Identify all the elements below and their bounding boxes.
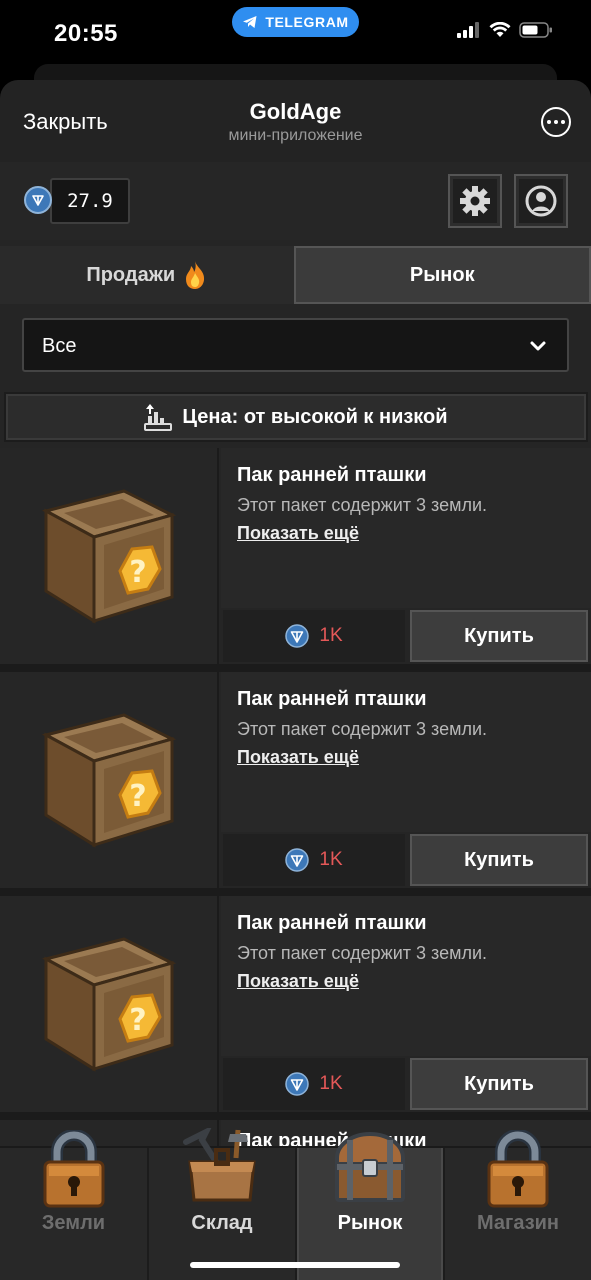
gear-icon [460, 186, 490, 216]
app-title: GoldAge [249, 99, 342, 124]
listing-name: Пак ранней пташки [237, 464, 427, 486]
show-more-link[interactable]: Показать ещё [237, 971, 359, 992]
status-icons [457, 22, 553, 38]
listing-info: Пак ранней пташки Этот пакет содержит 3 … [221, 448, 591, 608]
profile-button[interactable] [514, 174, 568, 228]
settings-button[interactable] [448, 174, 502, 228]
buy-button[interactable]: Купить [410, 610, 588, 662]
telegram-pill[interactable]: TELEGRAM [232, 7, 359, 37]
nav-market-label: Рынок [337, 1212, 403, 1234]
nav-shop-label: Магазин [476, 1212, 560, 1234]
listing-card: ? Пак ранней пташки Этот пакет содержит … [0, 448, 591, 664]
ton-coin-icon [285, 848, 310, 872]
nav-market[interactable]: Рынок [297, 1132, 443, 1280]
toolbox-icon [183, 1128, 256, 1202]
balance-display: 27.9 [50, 178, 130, 224]
mystery-crate-icon: ? [41, 713, 176, 848]
show-more-link[interactable]: Показать ещё [237, 747, 359, 768]
mystery-crate-icon: ? [41, 937, 176, 1072]
listing-price: 1K [223, 610, 405, 662]
listing-description: Этот пакет содержит 3 земли. [237, 943, 488, 963]
ton-coin-icon [24, 186, 52, 214]
price-value: 1K [319, 1073, 343, 1094]
listing-price: 1K [223, 834, 405, 886]
chest-icon [335, 1132, 405, 1202]
sort-descending-icon [144, 404, 173, 431]
price-value: 1K [319, 625, 343, 646]
chevron-down-icon [530, 341, 546, 351]
listing-price: 1K [223, 1058, 405, 1110]
status-bar: 20:55 TELEGRAM [0, 0, 591, 66]
nav-warehouse[interactable]: Склад [149, 1128, 295, 1280]
svg-text:?: ? [129, 779, 146, 814]
listing-image: ? [0, 672, 219, 888]
listing-info: Пак ранней пташки Этот пакет содержит 3 … [221, 896, 591, 1056]
padlock-icon [43, 1130, 104, 1208]
listing-card: ? Пак ранней пташки Этот пакет содержит … [0, 896, 591, 1112]
tab-bar: Продажи Рынок [0, 246, 591, 304]
fire-icon [186, 261, 205, 289]
nav-lands-label: Земли [41, 1212, 106, 1234]
tab-sales[interactable]: Продажи [0, 246, 294, 304]
app-content: 27.9 Продажи Рынок Все Цена: от высокой … [0, 162, 591, 1280]
card-divider [0, 1112, 591, 1120]
show-more-link[interactable]: Показать ещё [237, 523, 359, 544]
listing-name: Пак ранней пташки [237, 688, 427, 710]
mystery-crate-icon: ? [41, 489, 176, 624]
telegram-pill-label: TELEGRAM [265, 14, 349, 30]
home-indicator[interactable] [190, 1262, 400, 1268]
listing-image: ? [0, 896, 219, 1112]
app-subtitle: мини-приложение [228, 127, 363, 144]
buy-button[interactable]: Купить [410, 1058, 588, 1110]
listing-description: Этот пакет содержит 3 земли. [237, 495, 488, 515]
svg-text:?: ? [129, 555, 146, 590]
card-divider [0, 664, 591, 672]
listing-image: ? [0, 448, 219, 664]
cellular-signal-icon [457, 22, 479, 38]
bottom-nav: Земли Склад Рынок Магазин [0, 1128, 591, 1280]
nav-warehouse-label: Склад [191, 1212, 253, 1234]
more-options-icon[interactable] [541, 107, 571, 137]
user-icon [525, 185, 557, 217]
tab-market[interactable]: Рынок [293, 246, 591, 304]
category-select-value: Все [42, 335, 77, 357]
sort-label: Цена: от высокой к низкой [182, 405, 448, 428]
status-time: 20:55 [54, 20, 118, 47]
listing-card: ? Пак ранней пташки Этот пакет содержит … [0, 672, 591, 888]
top-bar: 27.9 [0, 162, 591, 240]
padlock-icon [487, 1130, 549, 1208]
category-select[interactable]: Все [22, 318, 569, 372]
ton-coin-icon [285, 1072, 310, 1096]
telegram-icon [243, 16, 257, 28]
buy-button[interactable]: Купить [410, 834, 588, 886]
price-value: 1K [319, 849, 343, 870]
listing-description: Этот пакет содержит 3 земли. [237, 719, 488, 739]
battery-icon [519, 22, 552, 38]
card-divider [0, 888, 591, 896]
svg-text:?: ? [129, 1003, 146, 1038]
wifi-icon [489, 22, 511, 37]
ton-coin-icon [285, 624, 310, 648]
nav-lands[interactable]: Земли [0, 1130, 147, 1280]
listing-name: Пак ранней пташки [237, 912, 427, 934]
listing-info: Пак ранней пташки Этот пакет содержит 3 … [221, 672, 591, 832]
sort-button[interactable]: Цена: от высокой к низкой [4, 392, 588, 442]
tab-sales-label: Продажи [86, 263, 176, 286]
nav-shop[interactable]: Магазин [445, 1130, 591, 1280]
miniapp-header: Закрыть GoldAge мини-приложение [0, 80, 591, 162]
